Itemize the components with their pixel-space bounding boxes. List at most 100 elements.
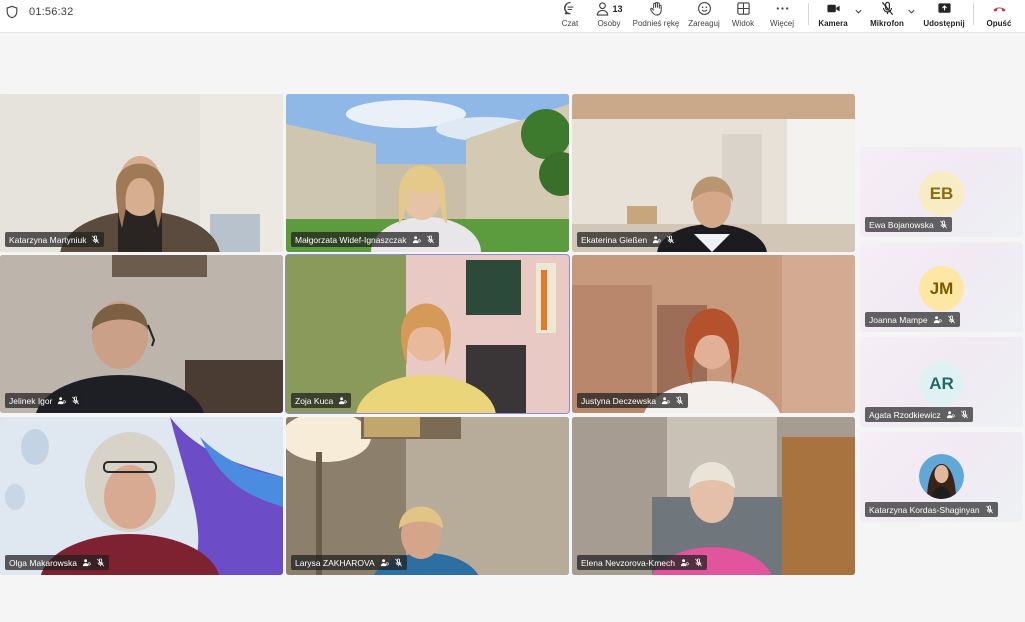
- mic-off-icon: [667, 235, 675, 244]
- blur-background-icon: [680, 559, 689, 567]
- video-feed: [572, 255, 855, 413]
- toolbar-divider: [973, 3, 974, 25]
- video-tile[interactable]: Katarzyna Martyniuk: [0, 94, 283, 252]
- blur-background-icon: [653, 236, 661, 244]
- participant-name: Justyna Deczewska: [581, 395, 657, 406]
- participant-name: Katarzyna Martyniuk: [9, 234, 87, 245]
- roster-tile[interactable]: AR Agata Rzodkiewicz: [860, 337, 1023, 427]
- camera-button[interactable]: Kamera: [816, 0, 850, 32]
- more-button[interactable]: Więcej: [767, 0, 797, 32]
- video-tile[interactable]: Jelinek Igor: [0, 255, 283, 413]
- participant-name-badge: Zoja Kuca: [291, 393, 352, 408]
- video-feed: [572, 94, 855, 252]
- participant-name-badge: Ekaterina Gießen: [577, 232, 680, 247]
- roster-tile[interactable]: Katarzyna Kordas-Shaginyan: [860, 432, 1023, 522]
- shield-icon: [6, 5, 18, 19]
- more-label: Więcej: [769, 19, 794, 28]
- camera-label: Kamera: [818, 19, 848, 28]
- video-feed: [572, 417, 855, 575]
- mic-off-icon: [960, 410, 968, 419]
- meeting-timer: 01:56:32: [29, 6, 74, 18]
- mic-off-icon: [939, 220, 947, 229]
- participant-name-badge: Katarzyna Kordas-Shaginyan: [865, 502, 998, 517]
- mic-button[interactable]: Mikrofon: [868, 0, 906, 32]
- toolbar-divider: [808, 3, 809, 25]
- mic-off-icon: [695, 558, 702, 567]
- mic-off-icon: [985, 505, 993, 514]
- participant-name: Małgorzata Widef-Ignaszczak: [295, 234, 407, 245]
- camera-icon: [826, 4, 840, 13]
- participant-name: Katarzyna Kordas-Shaginyan: [869, 504, 980, 515]
- roster-tile[interactable]: EB Ewa Bojanowska: [860, 147, 1023, 237]
- leave-label: Opuść: [986, 19, 1012, 28]
- participant-name-badge: Joanna Mampe: [865, 312, 960, 327]
- blur-background-icon: [380, 559, 389, 567]
- mic-off-icon: [426, 235, 434, 244]
- video-feed: [286, 417, 569, 575]
- video-tile[interactable]: Justyna Deczewska: [572, 255, 855, 413]
- people-count: 13: [612, 3, 623, 14]
- blur-background-icon: [933, 316, 942, 324]
- people-label: Osoby: [597, 19, 621, 28]
- share-label: Udostępnij: [923, 19, 965, 28]
- video-tile[interactable]: Larysa ZAKHAROVA: [286, 417, 569, 575]
- participant-name-badge: Ewa Bojanowska: [865, 217, 952, 232]
- mic-off-icon: [97, 558, 104, 567]
- avatar-photo: [919, 454, 964, 499]
- blur-background-icon: [58, 397, 67, 405]
- meeting-info: 01:56:32: [5, 5, 73, 19]
- people-icon: [597, 2, 609, 16]
- participant-name: Ewa Bojanowska: [869, 219, 934, 230]
- video-feed: [0, 94, 283, 252]
- view-label: Widok: [731, 19, 755, 28]
- more-icon: [776, 7, 788, 10]
- participant-name-badge: Jelinek Igor: [5, 393, 85, 408]
- participant-name: Elena Nevzorova-Kmech: [581, 557, 676, 568]
- participant-name-badge: Małgorzata Widef-Ignaszczak: [291, 232, 439, 247]
- mic-off-icon: [72, 396, 80, 405]
- participant-name: Ekaterina Gießen: [581, 234, 648, 245]
- people-button[interactable]: 13 Osoby: [595, 0, 623, 32]
- participant-name-badge: Agata Rzodkiewicz: [865, 407, 973, 422]
- mic-label: Mikrofon: [870, 19, 904, 28]
- video-tile[interactable]: Olga Makarowska: [0, 417, 283, 575]
- participant-name-badge: Justyna Deczewska: [577, 393, 689, 408]
- video-feed: [286, 94, 569, 252]
- react-button[interactable]: Zareaguj: [686, 0, 722, 32]
- chevron-down-icon[interactable]: [854, 7, 863, 16]
- video-feed: [0, 255, 283, 413]
- video-tile-active-speaker[interactable]: Zoja Kuca: [285, 254, 570, 414]
- chat-icon: [563, 1, 573, 15]
- video-tile[interactable]: Małgorzata Widef-Ignaszczak: [286, 94, 569, 252]
- avatar: AR: [919, 361, 964, 406]
- mic-off-icon: [394, 558, 402, 567]
- chat-label: Czat: [561, 19, 579, 28]
- chat-button[interactable]: Czat: [557, 0, 583, 32]
- blur-background-icon: [662, 397, 670, 405]
- video-feed: [0, 417, 283, 575]
- participant-name: Olga Makarowska: [9, 557, 78, 568]
- hang-up-icon: [992, 7, 1006, 12]
- share-button[interactable]: Udostępnij: [922, 0, 966, 32]
- view-button[interactable]: Widok: [729, 0, 757, 32]
- avatar: EB: [919, 171, 964, 216]
- participant-name-badge: Katarzyna Martyniuk: [5, 232, 105, 247]
- blur-background-icon: [339, 397, 347, 405]
- react-label: Zareaguj: [688, 19, 720, 28]
- raise-hand-label: Podnieś rękę: [632, 19, 680, 28]
- participant-name-badge: Larysa ZAKHAROVA: [291, 555, 407, 570]
- chevron-down-icon[interactable]: [907, 7, 916, 16]
- leave-button[interactable]: Opuść: [983, 0, 1015, 32]
- roster-tile[interactable]: JM Joanna Mampe: [860, 242, 1023, 332]
- participant-name: Larysa ZAKHAROVA: [295, 557, 375, 568]
- participant-name-badge: Olga Makarowska: [5, 555, 110, 570]
- video-tile[interactable]: Elena Nevzorova-Kmech: [572, 417, 855, 575]
- meeting-toolbar: 01:56:32 Czat 13 Osoby Podnieś rękę Zare…: [0, 0, 1025, 33]
- raise-hand-button[interactable]: Podnieś rękę: [631, 0, 681, 32]
- video-tile[interactable]: Ekaterina Gießen: [572, 94, 855, 252]
- hand-icon: [649, 1, 662, 16]
- video-feed: [286, 255, 569, 413]
- blur-background-icon: [946, 411, 955, 419]
- participant-name-badge: Elena Nevzorova-Kmech: [577, 555, 708, 570]
- mic-off-icon: [676, 396, 684, 405]
